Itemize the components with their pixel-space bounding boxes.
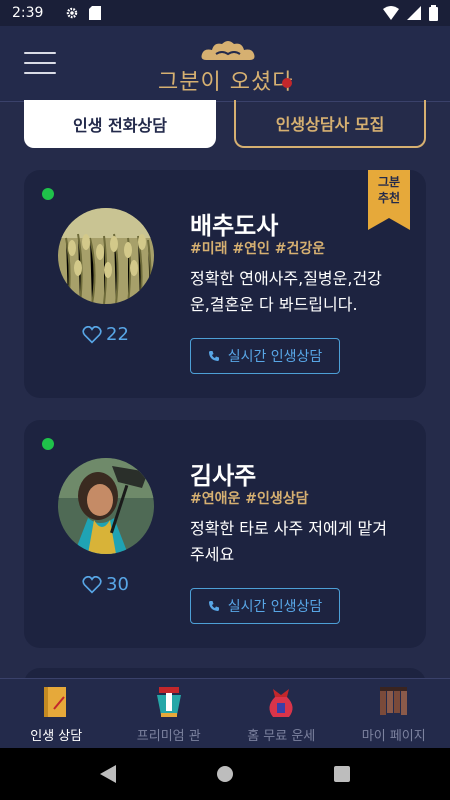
nav-item-counsel[interactable]: 인생 상담 [0,679,113,748]
system-nav-bar [0,748,450,800]
app-header: 그분이 오셨다 [0,26,450,102]
likes-counter[interactable]: 30 [82,574,129,595]
live-call-label: 실시간 인생상담 [227,349,323,365]
woman-portrait-avatar-image [58,458,154,554]
mypage-cards-icon [379,687,407,715]
live-call-button[interactable]: 실시간 인생상담 [190,338,340,374]
nav-item-premium[interactable]: 프리미엄 관 [113,679,226,748]
likes-counter[interactable]: 22 [82,324,129,345]
recommend-badge-text: 그분 추천 [368,174,410,206]
nav-item-mypage[interactable]: 마이 페이지 [338,679,450,748]
settings-gear-icon [67,7,78,19]
phone-icon [208,601,219,611]
rice-field-avatar-image [58,208,154,304]
counselor-card[interactable]: 30 김사주 #연애운 #인생상담 정확한 타로 사주 저에게 맡겨주세요 실시… [24,420,426,648]
seal-icon [282,78,292,88]
hamburger-icon-bar [24,62,56,64]
status-left: 2:39 [12,5,102,21]
recommend-badge-line: 그분 [377,175,401,189]
fortune-pouch-icon [269,689,293,717]
tab-phone-counsel[interactable]: 인생 전화상담 [24,100,216,148]
heart-icon [82,325,102,344]
counselor-description: 정확한 타로 사주 저에게 맡겨주세요 [190,519,387,564]
status-right [383,5,438,21]
sd-card-icon [89,6,102,20]
live-call-label: 실시간 인생상담 [227,599,323,615]
app-title: 그분이 오셨다 [158,70,294,95]
hamburger-icon-bar [24,52,56,54]
counselor-description: 정확한 연애사주,질병운,건강운,결혼운 다 봐드립니다. [190,269,382,314]
battery-icon [429,5,438,21]
premium-lantern-icon [156,687,181,717]
cloud-icon [201,41,255,60]
nav-label: 인생 상담 [30,729,83,744]
counsel-book-icon [44,687,67,717]
tab-recruit-counselor[interactable]: 인생상담사 모집 [234,100,426,148]
status-bar: 2:39 [0,0,450,26]
avatar [58,458,154,554]
counselor-name: 배추도사 [190,211,279,240]
nav-label: 홈 무료 운세 [247,729,316,744]
nav-label: 마이 페이지 [361,729,426,744]
likes-count: 30 [106,574,129,595]
hamburger-icon-bar [24,72,56,74]
online-status-dot [42,438,54,450]
phone-icon [208,351,219,361]
app-logo: 그분이 오셨다 [158,38,298,95]
likes-count: 22 [106,324,129,345]
recents-icon[interactable] [334,766,350,782]
live-call-button[interactable]: 실시간 인생상담 [190,588,340,624]
nav-item-free-fortune[interactable]: 홈 무료 운세 [225,679,338,748]
online-status-dot [42,188,54,200]
nav-label: 프리미엄 관 [136,729,201,744]
bottom-nav: 인생 상담 프리미엄 관 홈 무료 운세 마이 페이지 [0,678,450,748]
signal-icon [407,6,421,20]
status-time: 2:39 [12,5,44,21]
counselor-tags: #연애운 #인생상담 [190,491,309,507]
heart-icon [82,575,102,594]
counselor-card[interactable]: 22 배추도사 #미래 #연인 #건강운 정확한 연애사주,질병운,건강운,결혼… [24,170,426,398]
menu-button[interactable] [24,52,56,78]
home-icon[interactable] [216,765,234,783]
tab-bar: 인생 전화상담 인생상담사 모집 [24,100,426,148]
counselor-tags: #미래 #연인 #건강운 [190,241,326,257]
wifi-icon [383,6,399,20]
recommend-badge: 그분 추천 [368,170,410,230]
avatar [58,208,154,304]
counselor-name: 김사주 [190,461,257,490]
back-icon[interactable] [100,765,116,783]
recommend-badge-line: 추천 [377,191,401,205]
